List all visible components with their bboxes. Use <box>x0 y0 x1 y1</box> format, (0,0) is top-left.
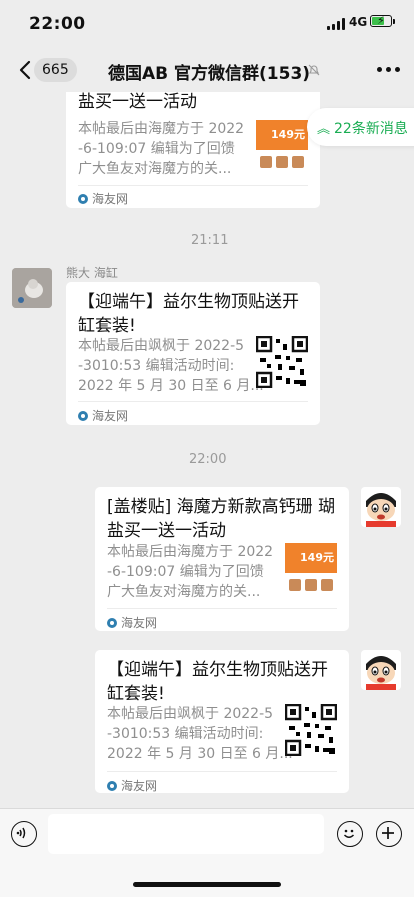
status-time: 22:00 <box>29 14 86 34</box>
timestamp: 21:11 <box>191 233 229 248</box>
card-source: 海友网 <box>107 614 157 631</box>
thumb-price: 149元 <box>271 128 305 141</box>
chat-header: 665 德国AB 官方微信群(153) <box>0 48 414 92</box>
card-source: 海友网 <box>78 407 128 424</box>
source-label: 海友网 <box>121 779 158 793</box>
mute-icon <box>308 64 320 76</box>
promo-thumbnail: 149元 <box>256 120 308 172</box>
promo-thumbnail: 149元 <box>285 543 337 595</box>
voice-icon[interactable] <box>11 821 37 847</box>
card-desc-line: -6-109:07 编辑为了回馈 <box>107 564 264 580</box>
card-desc-line: -3010:53 编辑活动时间: <box>78 358 235 374</box>
source-label: 海友网 <box>121 616 158 630</box>
home-indicator <box>133 882 281 887</box>
card-title-line: 缸套装! <box>78 316 136 336</box>
link-card[interactable]: 【迎端午】益尔生物顶贴送开 缸套装! 本帖最后由飒枫于 2022-5 -3010… <box>95 650 349 793</box>
signal-icon <box>327 17 345 30</box>
source-label: 海友网 <box>92 409 129 423</box>
qr-code <box>256 336 308 388</box>
card-desc-line: 本帖最后由海魔方于 2022 <box>78 121 245 137</box>
source-icon <box>78 410 88 421</box>
card-desc-line: 2022 年 5 月 30 日至 6 月... <box>107 746 293 762</box>
card-desc-line: -3010:53 编辑活动时间: <box>107 726 264 742</box>
timestamp: 22:00 <box>189 452 227 467</box>
unread-count-badge[interactable]: 665 <box>34 58 77 82</box>
status-bar: 22:00 4G ⚡ <box>0 0 414 48</box>
avatar[interactable] <box>12 268 52 308</box>
network-label: 4G <box>349 15 368 29</box>
source-icon <box>107 780 117 791</box>
battery-icon: ⚡ <box>370 14 392 27</box>
chat-title: 德国AB 官方微信群(153) <box>108 64 311 84</box>
card-title-line: 缸套装! <box>107 684 165 704</box>
card-desc-line: 广大鱼友对海魔方的关... <box>107 584 261 600</box>
link-card[interactable]: 盐买一送一活动 本帖最后由海魔方于 2022 -6-109:07 编辑为了回馈 … <box>66 92 320 208</box>
link-card[interactable]: [盖楼贴] 海魔方新款高钙珊 瑚 盐买一送一活动 本帖最后由海魔方于 2022 … <box>95 487 349 631</box>
card-title-line: 【迎端午】益尔生物顶贴送开 <box>78 292 299 312</box>
message-input[interactable] <box>48 814 324 854</box>
card-title-line: 盐买一送一活动 <box>107 521 226 541</box>
card-title-line: [盖楼贴] 海魔方新款高钙珊 瑚 <box>107 497 336 517</box>
card-desc-line: 2022 年 5 月 30 日至 6 月... <box>78 378 264 394</box>
link-card[interactable]: 【迎端午】益尔生物顶贴送开 缸套装! 本帖最后由飒枫于 2022-5 -3010… <box>66 282 320 425</box>
new-messages-label: 22条新消息 <box>334 121 408 137</box>
double-up-arrow-icon: ︽ <box>317 122 331 137</box>
emoji-icon[interactable] <box>337 821 363 847</box>
avatar[interactable] <box>361 650 401 690</box>
source-label: 海友网 <box>92 192 129 206</box>
qr-code <box>285 704 337 756</box>
card-desc-line: 本帖最后由飒枫于 2022-5 <box>107 706 274 722</box>
card-source: 海友网 <box>78 190 128 207</box>
card-desc-line: 本帖最后由海魔方于 2022 <box>107 544 274 560</box>
card-desc-line: -6-109:07 编辑为了回馈 <box>78 141 235 157</box>
card-title: 盐买一送一活动 <box>78 92 197 112</box>
avatar[interactable] <box>361 487 401 527</box>
thumb-price: 149元 <box>300 551 334 564</box>
card-source: 海友网 <box>107 777 157 794</box>
card-desc-line: 本帖最后由飒枫于 2022-5 <box>78 338 245 354</box>
new-messages-button[interactable]: ︽ 22条新消息 <box>307 108 414 146</box>
card-title-line: 【迎端午】益尔生物顶贴送开 <box>107 660 328 680</box>
card-desc-line: 广大鱼友对海魔方的关... <box>78 161 232 177</box>
source-icon <box>78 193 88 204</box>
more-icon[interactable] <box>377 67 400 72</box>
sender-name: 熊大 海缸 <box>66 266 118 280</box>
plus-icon[interactable] <box>376 821 402 847</box>
source-icon <box>107 617 117 628</box>
battery-cap <box>393 19 395 24</box>
